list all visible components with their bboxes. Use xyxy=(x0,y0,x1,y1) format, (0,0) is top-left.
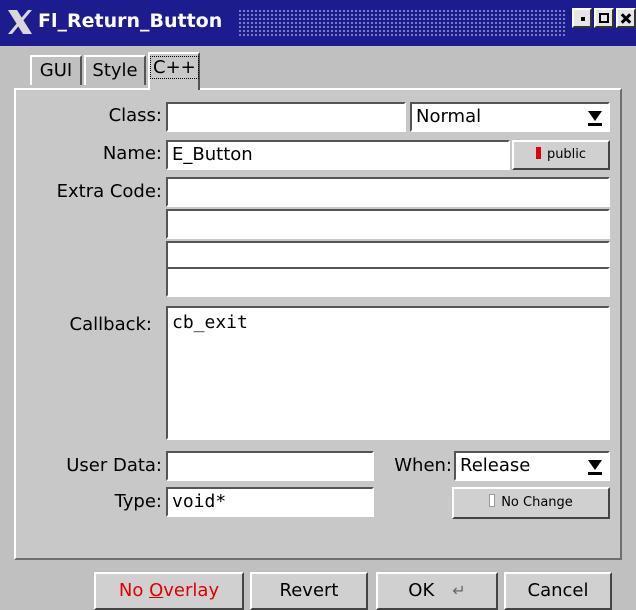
tab-gui[interactable]: GUI xyxy=(30,55,82,85)
no-overlay-label-pre: No xyxy=(118,580,150,601)
when-value: Release xyxy=(460,455,531,476)
return-key-icon: ↵ xyxy=(452,581,466,600)
class-type-select[interactable]: Normal xyxy=(410,102,610,132)
extra-code-input-2[interactable] xyxy=(166,209,610,239)
name-input[interactable]: E_Button xyxy=(166,140,510,170)
ok-label: OK xyxy=(408,580,435,601)
user-data-label: User Data: xyxy=(66,455,162,476)
title-bar-pattern xyxy=(238,9,566,37)
no-change-toggle[interactable]: No Change xyxy=(452,487,610,519)
chevron-down-icon xyxy=(588,460,602,470)
tab-cpp-label: C++ xyxy=(150,56,199,79)
no-overlay-label-ul: O xyxy=(149,580,164,601)
tab-cpp[interactable]: C++ xyxy=(148,52,200,90)
ok-button[interactable]: OK ↵ xyxy=(376,572,498,610)
when-label: When: xyxy=(394,455,452,476)
no-overlay-button[interactable]: No Overlay xyxy=(94,572,244,610)
tab-gui-label: GUI xyxy=(39,60,73,81)
extra-code-input-4[interactable] xyxy=(166,267,610,297)
callback-label: Callback: xyxy=(69,314,152,335)
public-toggle[interactable]: public xyxy=(512,140,610,170)
public-label: public xyxy=(546,147,587,162)
when-select[interactable]: Release xyxy=(454,451,610,481)
public-indicator-icon xyxy=(535,147,541,159)
window-title: Fl_Return_Button xyxy=(38,10,223,32)
class-label: Class: xyxy=(108,105,162,126)
chevron-down-icon xyxy=(588,111,602,121)
no-change-label: No Change xyxy=(501,495,573,510)
chevron-underline-icon xyxy=(588,472,602,475)
type-label: Type: xyxy=(114,491,162,512)
maximize-icon[interactable] xyxy=(594,8,614,28)
type-input[interactable]: void* xyxy=(166,487,374,517)
close-icon[interactable] xyxy=(616,8,636,28)
minimize-icon[interactable] xyxy=(572,8,592,28)
chevron-underline-icon xyxy=(588,123,602,126)
no-overlay-label-post: verlay xyxy=(163,580,220,601)
no-change-indicator-icon xyxy=(489,494,496,507)
cancel-button[interactable]: Cancel xyxy=(504,572,612,610)
revert-button[interactable]: Revert xyxy=(250,572,368,610)
class-input[interactable] xyxy=(166,102,406,132)
title-bar[interactable]: Fl_Return_Button xyxy=(0,0,636,46)
extra-code-input-1[interactable] xyxy=(166,177,610,207)
callback-editor[interactable]: cb_exit xyxy=(166,306,610,440)
revert-label: Revert xyxy=(279,580,339,601)
name-label: Name: xyxy=(102,143,162,164)
tab-style-label: Style xyxy=(92,60,138,81)
tab-style[interactable]: Style xyxy=(84,55,146,85)
x-window-icon[interactable] xyxy=(6,8,34,36)
extra-code-label: Extra Code: xyxy=(56,181,162,202)
user-data-input[interactable] xyxy=(166,451,374,481)
cancel-label: Cancel xyxy=(527,580,589,601)
class-type-value: Normal xyxy=(416,106,482,127)
